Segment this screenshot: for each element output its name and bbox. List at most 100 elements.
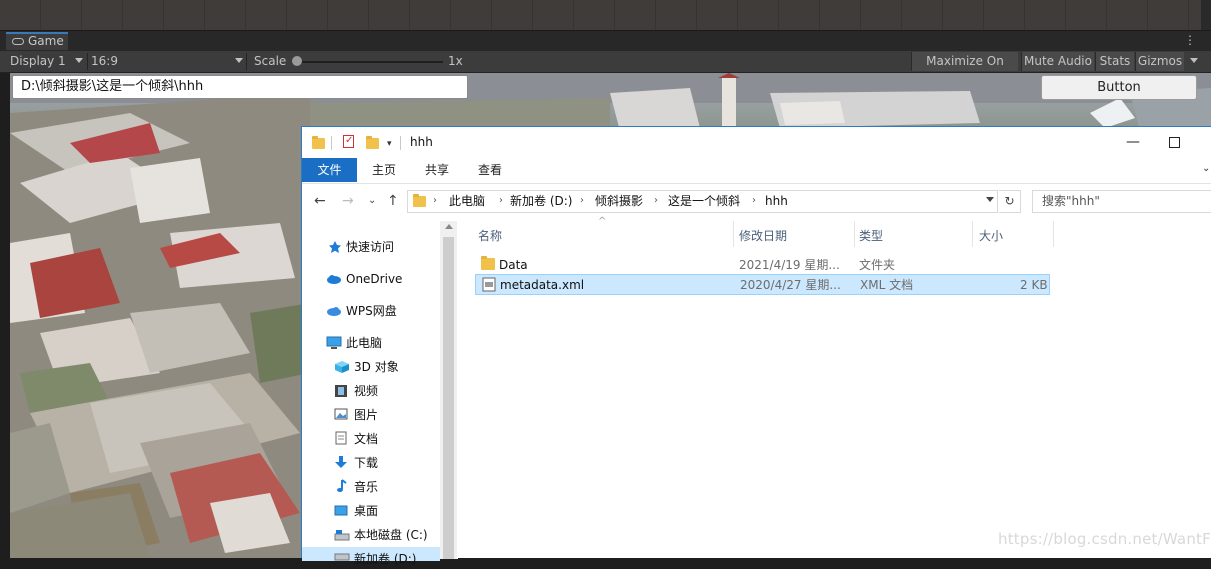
editor-gutter <box>0 73 10 558</box>
aspect-dropdown-arrow-icon[interactable] <box>235 58 243 63</box>
file-type: XML 文档 <box>860 278 914 292</box>
column-header-name[interactable]: 名称 <box>478 227 502 244</box>
game-ui-button[interactable]: Button <box>1041 75 1197 100</box>
column-divider[interactable] <box>854 221 855 247</box>
chevron-right-icon[interactable]: › <box>752 194 756 208</box>
quick-access-divider <box>331 136 332 150</box>
file-date: 2020/4/27 星期... <box>740 278 841 292</box>
nav-item-3d-objects[interactable]: 3D 对象 <box>354 357 399 377</box>
chevron-right-icon[interactable]: › <box>433 194 437 208</box>
scene-view-strip <box>0 0 1211 30</box>
file-row-selected[interactable]: metadata.xml 2020/4/27 星期... XML 文档 2 KB <box>475 274 1050 295</box>
file-type: 文件夹 <box>859 258 896 272</box>
breadcrumb-this-pc[interactable]: 此电脑 <box>449 194 485 208</box>
display-dropdown-arrow-icon[interactable] <box>75 58 83 63</box>
nav-item-drive-d[interactable]: 新加卷 (D:) <box>354 549 416 569</box>
folder-icon <box>481 256 495 270</box>
drive-d-icon <box>334 553 350 561</box>
gamepad-icon <box>12 38 24 45</box>
scale-slider-track[interactable] <box>297 61 443 63</box>
window-title: hhh <box>410 135 433 149</box>
column-divider[interactable] <box>972 221 973 247</box>
nav-item-wps[interactable]: WPS网盘 <box>346 301 397 321</box>
back-arrow-icon[interactable]: ← <box>314 193 326 209</box>
file-size: 2 KB <box>1020 278 1048 292</box>
gizmos-toggle[interactable]: Gizmos <box>1135 52 1184 71</box>
nav-item-documents[interactable]: 文档 <box>354 429 378 449</box>
cube-icon <box>335 361 349 373</box>
title-bar[interactable] <box>302 127 1211 157</box>
film-icon <box>335 385 347 397</box>
nav-item-videos[interactable]: 视频 <box>354 381 378 401</box>
file-date: 2021/4/19 星期... <box>739 258 840 272</box>
breadcrumb-drive-d[interactable]: 新加卷 (D:) <box>510 194 572 208</box>
star-icon <box>329 241 341 253</box>
nav-scrollbar-thumb[interactable] <box>443 237 454 559</box>
mute-audio-toggle[interactable]: Mute Audio <box>1021 52 1094 71</box>
chevron-right-icon[interactable]: › <box>580 194 584 208</box>
sort-ascending-icon: ^ <box>598 216 607 227</box>
forward-arrow-icon[interactable]: → <box>342 193 354 209</box>
tab-share[interactable]: 共享 <box>412 158 462 182</box>
scale-label: Scale <box>254 54 287 68</box>
chevron-right-icon[interactable]: › <box>654 194 658 208</box>
path-input-field[interactable]: D:\倾斜摄影\这是一个倾斜\hhh <box>12 75 468 99</box>
kebab-icon[interactable]: ⋮ <box>1184 33 1196 47</box>
tab-home[interactable]: 主页 <box>359 158 409 182</box>
toolbar-divider <box>246 53 247 70</box>
column-header-date[interactable]: 修改日期 <box>739 227 787 244</box>
customize-quick-access-icon[interactable]: ▾ <box>387 139 392 149</box>
new-folder-icon[interactable] <box>366 136 379 149</box>
address-history-dropdown-icon[interactable] <box>986 197 994 202</box>
xml-file-icon <box>482 277 496 292</box>
nav-item-music[interactable]: 音乐 <box>354 477 378 497</box>
download-icon <box>335 456 347 468</box>
maximize-button[interactable] <box>1169 137 1180 148</box>
refresh-icon[interactable]: ↻ <box>999 190 1021 213</box>
music-icon <box>337 479 347 492</box>
tab-game[interactable]: Game <box>6 32 68 50</box>
column-header-type[interactable]: 类型 <box>859 227 883 244</box>
display-dropdown[interactable]: Display 1 <box>10 52 66 71</box>
scroll-up-arrow-icon[interactable] <box>445 224 453 229</box>
document-icon <box>335 431 347 445</box>
nav-item-pictures[interactable]: 图片 <box>354 405 378 425</box>
drive-c-icon <box>334 530 350 541</box>
breadcrumb-folder-2[interactable]: 这是一个倾斜 <box>668 194 740 208</box>
picture-icon <box>334 408 348 420</box>
recent-locations-icon[interactable]: ⌄ <box>368 193 376 209</box>
scale-slider-thumb[interactable] <box>292 56 302 66</box>
search-input[interactable]: 搜索"hhh" <box>1032 190 1211 213</box>
breadcrumb-folder-1[interactable]: 倾斜摄影 <box>595 194 643 208</box>
quick-access-divider <box>400 136 401 150</box>
minimize-button[interactable]: — <box>1118 133 1148 151</box>
onedrive-cloud-icon <box>327 275 341 284</box>
column-divider[interactable] <box>733 221 734 247</box>
nav-item-desktop[interactable]: 桌面 <box>354 501 378 521</box>
file-name: metadata.xml <box>500 278 585 292</box>
file-name: Data <box>499 258 528 272</box>
tab-file[interactable]: 文件 <box>302 158 357 182</box>
up-arrow-icon[interactable]: ↑ <box>387 193 399 209</box>
stats-toggle[interactable]: Stats <box>1095 52 1134 71</box>
tab-game-label: Game <box>28 34 64 48</box>
game-tab-bar <box>0 30 1211 51</box>
nav-item-downloads[interactable]: 下载 <box>354 453 378 473</box>
column-header-size[interactable]: 大小 <box>979 227 1003 244</box>
maximize-on-play-toggle[interactable]: Maximize On Play <box>911 52 1018 87</box>
ribbon-expand-icon[interactable]: ⌄ <box>1202 163 1210 174</box>
nav-item-quick-access[interactable]: 快速访问 <box>346 237 394 257</box>
nav-item-onedrive[interactable]: OneDrive <box>346 269 402 289</box>
wps-cloud-icon <box>327 307 341 316</box>
chevron-right-icon[interactable]: › <box>499 194 503 208</box>
column-divider[interactable] <box>1053 221 1054 247</box>
aspect-dropdown[interactable]: 16:9 <box>91 52 118 71</box>
breadcrumb-folder-3[interactable]: hhh <box>765 194 788 208</box>
watermark: https://blog.csdn.net/WantFK <box>998 530 1211 548</box>
nav-item-drive-c[interactable]: 本地磁盘 (C:) <box>354 525 428 545</box>
nav-item-this-pc[interactable]: 此电脑 <box>346 333 382 353</box>
properties-icon[interactable]: ✓ <box>343 135 354 148</box>
tab-view[interactable]: 查看 <box>465 158 515 182</box>
file-row[interactable]: Data 2021/4/19 星期... 文件夹 <box>475 253 1050 274</box>
gizmos-dropdown-arrow-icon[interactable] <box>1190 58 1198 63</box>
